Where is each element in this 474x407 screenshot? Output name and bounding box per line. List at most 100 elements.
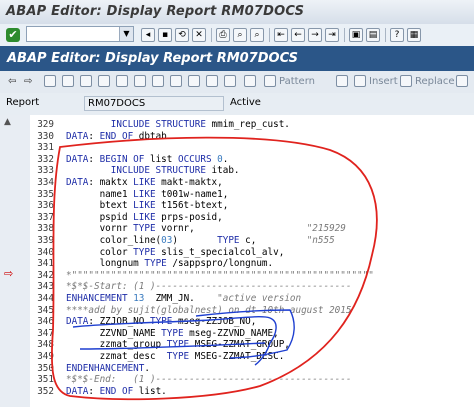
new-session-icon[interactable]: ▣ bbox=[349, 28, 363, 42]
code-line[interactable]: 337 pspid LIKE prps-posid, bbox=[30, 212, 474, 223]
code-text: zzmat_desc TYPE MSEG-ZZMAT_DESC. bbox=[66, 351, 285, 362]
navigation-window-icon[interactable] bbox=[188, 74, 203, 90]
code-line[interactable]: 339 color_line(03) TYPE c, "n555 bbox=[30, 235, 474, 246]
code-line[interactable]: 349 zzmat_desc TYPE MSEG-ZZMAT_DESC. bbox=[30, 351, 474, 362]
toolbar-divider bbox=[211, 28, 212, 42]
code-text: color TYPE slis_t_specialcol_alv, bbox=[66, 246, 285, 258]
code-text: DATA: BEGIN OF list OCCURS 0. bbox=[66, 153, 229, 165]
code-text: name1 LIKE t001w-name1, bbox=[66, 188, 229, 200]
code-line[interactable]: 350 ENDENHANCEMENT. bbox=[30, 363, 474, 374]
code-line[interactable]: 335 name1 LIKE t001w-name1, bbox=[30, 189, 474, 200]
previous-page-icon[interactable]: ← bbox=[291, 28, 305, 42]
code-line[interactable]: 330 DATA: END OF dbtab. bbox=[30, 131, 474, 142]
code-text: ENHANCEMENT 13 ZMM_JN. "active version bbox=[66, 293, 302, 304]
exit-icon[interactable]: ⟲ bbox=[175, 28, 189, 42]
replace-button[interactable]: Replace bbox=[400, 74, 455, 90]
line-number: 329 bbox=[37, 119, 54, 130]
display-change-icon[interactable] bbox=[62, 74, 77, 90]
back-arrow-icon[interactable]: ⇦ bbox=[8, 74, 16, 90]
code-line[interactable]: 348 zzmat_group TYPE MSEG-ZZMAT_GROUP, bbox=[30, 339, 474, 350]
code-line[interactable]: 352 DATA: END OF list. bbox=[30, 386, 474, 397]
code-text: *"""""""""""""""""""""""""""""""""""""""… bbox=[66, 269, 374, 281]
code-line[interactable]: 341 longnum TYPE /sappspro/longnum. bbox=[30, 258, 474, 269]
line-number: 350 bbox=[37, 362, 54, 374]
code-line[interactable]: 331 bbox=[30, 142, 474, 153]
insert-button[interactable]: Insert bbox=[354, 74, 398, 90]
code-line[interactable]: 347 ZZVND_NAME TYPE mseg-ZZVND_NAME, bbox=[30, 328, 474, 339]
code-text: DATA: END OF list. bbox=[66, 385, 167, 397]
command-input[interactable] bbox=[27, 27, 123, 42]
shortcut-icon[interactable]: ▤ bbox=[366, 28, 380, 42]
line-number: 342 bbox=[37, 269, 54, 281]
line-number: 334 bbox=[37, 177, 54, 188]
block-icon[interactable] bbox=[224, 74, 239, 90]
application-title-bar: ABAP Editor: Display Report RM07DOCS bbox=[0, 46, 474, 71]
other-object-icon[interactable] bbox=[44, 74, 59, 90]
back-icon[interactable]: ◂ bbox=[141, 28, 155, 42]
line-number: 352 bbox=[37, 385, 54, 397]
toolbar-divider bbox=[385, 28, 386, 42]
code-line[interactable]: 338 vornr TYPE vornr, "215929 bbox=[30, 223, 474, 234]
code-text: *$*$-Start: (1 )------------------------… bbox=[66, 281, 352, 293]
code-line[interactable]: 344 ENHANCEMENT 13 ZMM_JN. "active versio… bbox=[30, 293, 474, 304]
pattern-button[interactable]: Pattern bbox=[264, 74, 315, 90]
application-toolbar: ⇦ ⇨ Pattern Insert Replace bbox=[0, 71, 474, 94]
code-line[interactable]: 351 *$*$-End: (1 )-----------------------… bbox=[30, 374, 474, 385]
enhance-icon[interactable] bbox=[206, 74, 221, 90]
code-line[interactable]: 329 INCLUDE STRUCTURE mmim_rep_cust. bbox=[30, 119, 474, 130]
command-field[interactable]: ▼ bbox=[26, 26, 134, 42]
active-inactive-icon[interactable] bbox=[80, 74, 95, 90]
code-text: pspid LIKE prps-posid, bbox=[66, 211, 223, 223]
toolbar-divider bbox=[269, 28, 270, 42]
last-page-icon[interactable]: ⇥ bbox=[325, 28, 339, 42]
line-number: 333 bbox=[37, 165, 54, 177]
where-used-icon[interactable] bbox=[152, 74, 167, 90]
standard-toolbar: ✔ ▼ ◂ ▪ ⟲ ✕ ⎙ ⌕ ⌕ ⇤ ← → ⇥ ▣ ▤ ? ▦ bbox=[0, 24, 474, 47]
line-number: 338 bbox=[37, 223, 54, 235]
first-page-icon[interactable]: ⇤ bbox=[274, 28, 288, 42]
enter-check-icon[interactable]: ✔ bbox=[6, 28, 20, 42]
pattern-icon bbox=[264, 75, 276, 87]
help-icon[interactable]: ? bbox=[390, 28, 404, 42]
line-number: 330 bbox=[37, 130, 54, 142]
code-text: DATA: END OF dbtab. bbox=[66, 130, 173, 142]
editor-gutter[interactable]: ▲ ⇨ bbox=[0, 115, 31, 407]
next-page-icon[interactable]: → bbox=[308, 28, 322, 42]
code-text: longnum TYPE /sappspro/longnum. bbox=[66, 258, 274, 270]
code-line[interactable]: 343 *$*$-Start: (1 )---------------------… bbox=[30, 281, 474, 292]
code-text: ZZVND_NAME TYPE mseg-ZZVND_NAME, bbox=[66, 327, 279, 339]
pretty-printer-icon[interactable] bbox=[336, 74, 351, 90]
save-icon[interactable]: ▪ bbox=[158, 28, 172, 42]
code-line[interactable]: 334 DATA: maktx LIKE makt-maktx, bbox=[30, 177, 474, 188]
set-breakpoint-icon[interactable] bbox=[244, 74, 259, 90]
forward-arrow-icon[interactable]: ⇨ bbox=[24, 74, 32, 90]
code-lines[interactable]: 329 INCLUDE STRUCTURE mmim_rep_cust. 330 D… bbox=[30, 115, 474, 407]
find-icon[interactable]: ⌕ bbox=[233, 28, 247, 42]
layout-menu-icon[interactable]: ▦ bbox=[407, 28, 421, 42]
object-list-icon[interactable] bbox=[170, 74, 185, 90]
code-line[interactable]: 346 DATA: ZZJOB_NO TYPE mseg-ZZJOB_NO, bbox=[30, 316, 474, 327]
code-text: color_line(03) TYPE c, "n555 bbox=[66, 235, 335, 246]
code-line[interactable]: 342 *""""""""""""""""""""""""""""""""""""… bbox=[30, 270, 474, 281]
replace-icon bbox=[400, 75, 412, 87]
print-icon[interactable]: ⎙ bbox=[216, 28, 230, 42]
line-number: 347 bbox=[37, 327, 54, 339]
code-editor[interactable]: ▲ ⇨ 329 INCLUDE STRUCTURE mmim_rep_cust.… bbox=[0, 115, 474, 407]
scroll-up-icon[interactable]: ▲ bbox=[4, 117, 11, 127]
page-title: ABAP Editor: Display Report RM07DOCS bbox=[7, 51, 299, 66]
code-line[interactable]: 336 btext LIKE t156t-btext, bbox=[30, 200, 474, 211]
cancel-icon[interactable]: ✕ bbox=[192, 28, 206, 42]
code-line[interactable]: 333 INCLUDE STRUCTURE itab. bbox=[30, 165, 474, 176]
code-text: vornr TYPE vornr, "215929 bbox=[66, 223, 346, 235]
activate-icon[interactable] bbox=[116, 74, 131, 90]
test-icon[interactable] bbox=[134, 74, 149, 90]
check-icon[interactable] bbox=[98, 74, 113, 90]
code-line[interactable]: 332 DATA: BEGIN OF list OCCURS 0. bbox=[30, 154, 474, 165]
chevron-down-icon[interactable]: ▼ bbox=[119, 27, 133, 41]
code-line[interactable]: 345 ****add by sujit(globalnest) on dt 10… bbox=[30, 305, 474, 316]
find-next-icon[interactable]: ⌕ bbox=[250, 28, 264, 42]
line-number: 339 bbox=[37, 235, 54, 246]
code-text: zzmat_group TYPE MSEG-ZZMAT_GROUP, bbox=[66, 339, 290, 351]
code-line[interactable]: 340 color TYPE slis_t_specialcol_alv, bbox=[30, 247, 474, 258]
delete-icon[interactable] bbox=[456, 74, 471, 90]
